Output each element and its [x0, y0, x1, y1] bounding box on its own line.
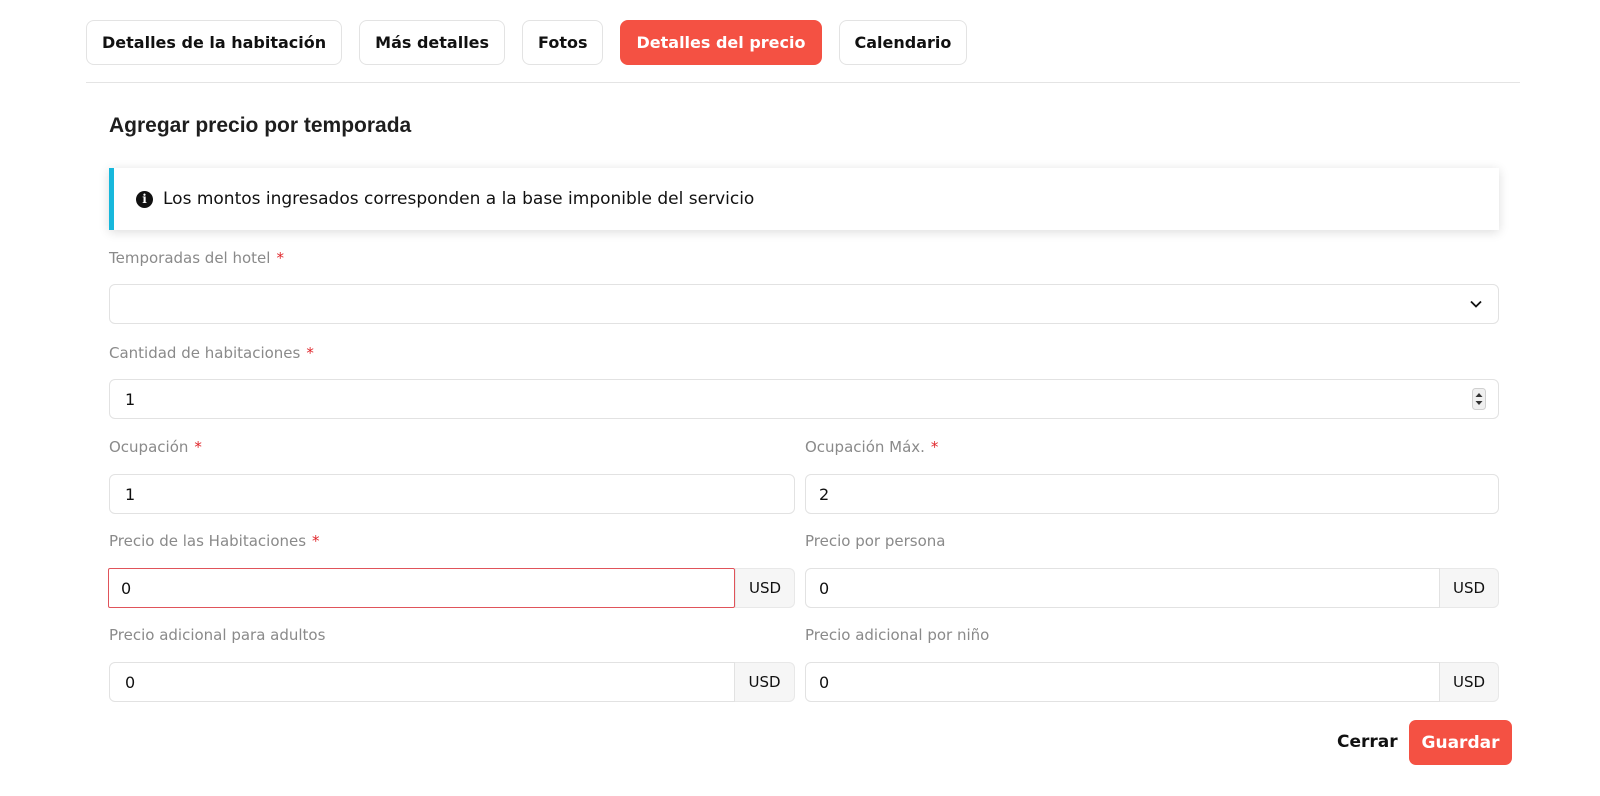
info-alert: i Los montos ingresados corresponden a l… — [109, 168, 1499, 230]
extra-adult-price-label: Precio adicional para adultos — [109, 626, 326, 644]
room-price-currency: USD — [735, 568, 795, 608]
occupancy-label: Ocupación * — [109, 438, 202, 456]
max-occupancy-label: Ocupación Máx. * — [805, 438, 939, 456]
tab-room-details[interactable]: Detalles de la habitación — [86, 20, 343, 65]
info-circle-icon: i — [136, 190, 153, 208]
seasons-label: Temporadas del hotel * — [109, 249, 284, 267]
price-per-person-currency: USD — [1440, 568, 1499, 608]
number-spinner-icon[interactable] — [1472, 388, 1486, 410]
page-title: Agregar precio por temporada — [109, 114, 412, 137]
extra-child-price-input[interactable]: 0 — [805, 662, 1440, 702]
occupancy-input[interactable]: 1 — [109, 474, 795, 514]
max-occupancy-input[interactable]: 2 — [805, 474, 1499, 514]
chevron-down-icon — [1470, 300, 1482, 308]
extra-child-price-label: Precio adicional por niño — [805, 626, 990, 644]
room-price-input[interactable]: 0 — [108, 568, 735, 608]
room-price-label: Precio de las Habitaciones * — [109, 532, 320, 550]
room-count-label: Cantidad de habitaciones * — [109, 344, 314, 362]
tab-calendar[interactable]: Calendario — [838, 20, 968, 65]
extra-adult-price-currency: USD — [735, 662, 795, 702]
tabs-divider — [86, 82, 1520, 83]
close-button[interactable]: Cerrar — [1333, 722, 1402, 762]
tab-photos[interactable]: Fotos — [522, 20, 604, 65]
tab-more-details[interactable]: Más detalles — [359, 20, 506, 65]
tab-bar: Detalles de la habitación Más detalles F… — [86, 20, 968, 65]
extra-child-price-currency: USD — [1440, 662, 1499, 702]
room-count-input[interactable]: 1 — [109, 379, 1499, 419]
alert-text: Los montos ingresados corresponden a la … — [163, 189, 755, 209]
price-per-person-label: Precio por persona — [805, 532, 946, 550]
price-per-person-input[interactable]: 0 — [805, 568, 1440, 608]
extra-adult-price-input[interactable]: 0 — [109, 662, 735, 702]
seasons-select[interactable] — [109, 284, 1499, 324]
save-button[interactable]: Guardar — [1409, 720, 1512, 765]
tab-price-details[interactable]: Detalles del precio — [620, 20, 822, 65]
